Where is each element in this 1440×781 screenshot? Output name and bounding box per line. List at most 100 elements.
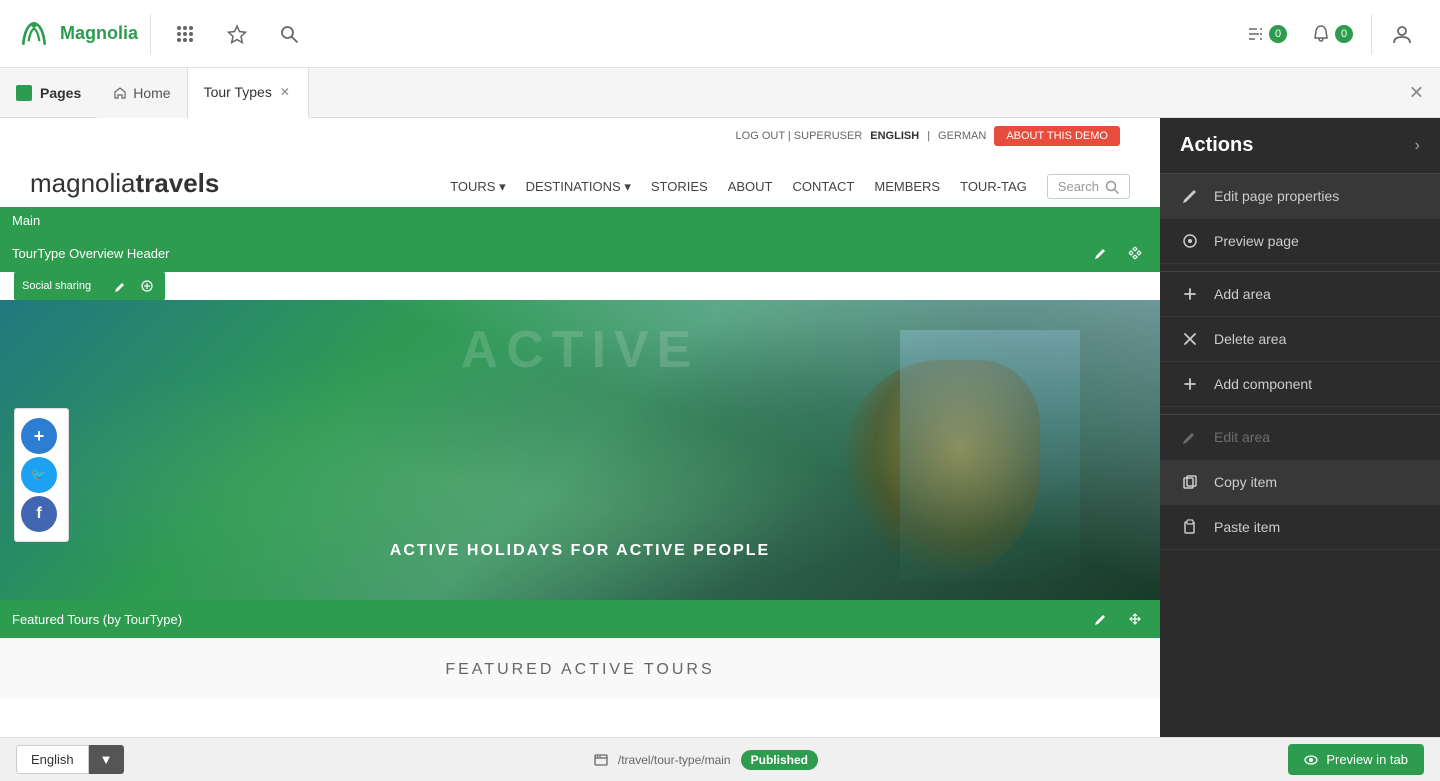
- actions-chevron[interactable]: ›: [1415, 137, 1420, 155]
- hero-bg-text: ACTIVE: [461, 320, 700, 380]
- featured-tours-actions: [1088, 606, 1148, 632]
- tab-close-button[interactable]: ✕: [278, 83, 292, 101]
- user-icon[interactable]: [1380, 12, 1424, 56]
- action-delete-area[interactable]: Delete area: [1160, 317, 1440, 362]
- tab-home[interactable]: Home: [97, 68, 187, 118]
- copy-item-icon: [1180, 472, 1200, 492]
- divider-1: [150, 14, 151, 54]
- featured-title: FEATURED ACTIVE TOURS: [445, 661, 714, 678]
- edit-area-label: Edit area: [1214, 429, 1270, 445]
- pages-icon: [16, 85, 32, 101]
- main-content: LOG OUT | SUPERUSER ENGLISH | GERMAN ABO…: [0, 118, 1440, 781]
- hero-subtitle: ACTIVE HOLIDAYS FOR ACTIVE PEOPLE: [390, 542, 770, 560]
- move-featured-button[interactable]: [1122, 606, 1148, 632]
- edit-area-icon: [1180, 427, 1200, 447]
- move-tourtype-button[interactable]: [1122, 240, 1148, 266]
- action-add-area[interactable]: Add area: [1160, 272, 1440, 317]
- preview-in-tab-button[interactable]: Preview in tab: [1288, 744, 1424, 775]
- search-icon[interactable]: [267, 12, 311, 56]
- site-logo: magnoliatravels: [30, 168, 219, 199]
- nav-destinations[interactable]: DESTINATIONS ▾: [526, 179, 631, 195]
- site-top-info: LOG OUT | SUPERUSER ENGLISH | GERMAN ABO…: [736, 126, 1120, 146]
- actions-spacer-2: [1160, 407, 1440, 415]
- lang-label: English: [16, 745, 89, 774]
- edit-social-button[interactable]: [111, 276, 131, 296]
- action-preview-page[interactable]: Preview page: [1160, 219, 1440, 264]
- add-component-label: Add component: [1214, 376, 1312, 392]
- tab-bar-close-button[interactable]: ✕: [1409, 82, 1424, 103]
- copy-item-label: Copy item: [1214, 474, 1277, 490]
- notifications-button[interactable]: 0: [1301, 18, 1363, 50]
- action-paste-item[interactable]: Paste item: [1160, 505, 1440, 550]
- preview-page-icon: [1180, 231, 1200, 251]
- bottom-bar: English ▼ /travel/tour-type/main Publish…: [0, 737, 1440, 781]
- page-path: /travel/tour-type/main: [618, 753, 731, 767]
- paste-item-icon: [1180, 517, 1200, 537]
- action-copy-item[interactable]: Copy item: [1160, 460, 1440, 505]
- edit-page-properties-icon: [1180, 186, 1200, 206]
- social-sharing-bar: Social sharing: [14, 272, 165, 300]
- main-label: Main: [12, 213, 40, 228]
- home-icon: [113, 86, 127, 100]
- actions-header: Actions ›: [1160, 118, 1440, 174]
- add-area-label: Add area: [1214, 286, 1271, 302]
- apps-icon[interactable]: [163, 12, 207, 56]
- site-nav: TOURS ▾ DESTINATIONS ▾ STORIES ABOUT CON…: [450, 174, 1130, 199]
- paste-item-label: Paste item: [1214, 519, 1280, 535]
- action-add-component[interactable]: Add component: [1160, 362, 1440, 407]
- action-edit-area: Edit area: [1160, 415, 1440, 460]
- top-bar-right: 0 0: [1235, 12, 1424, 56]
- main-component-bar: Main: [0, 207, 1160, 234]
- lang-active: ENGLISH: [870, 130, 919, 142]
- site-search-box[interactable]: Search: [1047, 174, 1130, 199]
- move-social-button[interactable]: [137, 276, 157, 296]
- nav-tour-tag[interactable]: TOUR-TAG: [960, 179, 1027, 194]
- nav-stories[interactable]: STORIES: [651, 179, 708, 194]
- hero-section: ACTIVE ACTIVE HOLIDAYS FOR ACTIVE PEOPLE: [0, 300, 1160, 600]
- social-widget: + 🐦 f: [14, 408, 69, 542]
- featured-tours-label: Featured Tours (by TourType): [12, 612, 182, 627]
- path-icon: [594, 753, 608, 767]
- lang-sep: |: [927, 130, 930, 142]
- path-info: /travel/tour-type/main Published: [594, 750, 818, 770]
- share-button[interactable]: +: [21, 418, 57, 454]
- divider-2: [1371, 14, 1372, 54]
- water-effect: [900, 330, 1080, 580]
- actions-spacer-1: [1160, 264, 1440, 272]
- lang-selector: English ▼: [16, 745, 124, 774]
- preview-page-label: Preview page: [1214, 233, 1299, 249]
- action-edit-page-properties[interactable]: Edit page properties: [1160, 174, 1440, 219]
- tourtype-header-label: TourType Overview Header: [12, 246, 170, 261]
- tasks-button[interactable]: 0: [1235, 18, 1297, 50]
- facebook-button[interactable]: f: [21, 496, 57, 532]
- edit-featured-button[interactable]: [1088, 606, 1114, 632]
- delete-area-label: Delete area: [1214, 331, 1286, 347]
- tab-tour-types[interactable]: Tour Types ✕: [188, 68, 309, 118]
- nav-about[interactable]: ABOUT: [728, 179, 773, 194]
- twitter-button[interactable]: 🐦: [21, 457, 57, 493]
- edit-tourtype-button[interactable]: [1088, 240, 1114, 266]
- status-badge: Published: [741, 750, 818, 770]
- nav-contact[interactable]: CONTACT: [793, 179, 855, 194]
- notifications-badge: 0: [1335, 25, 1353, 43]
- nav-tours[interactable]: TOURS ▾: [450, 179, 505, 195]
- pages-label: Pages: [16, 85, 97, 101]
- tourtype-header-actions: [1088, 240, 1148, 266]
- preview-tab-label: Preview in tab: [1326, 752, 1408, 767]
- favorites-icon[interactable]: [215, 12, 259, 56]
- logo-text: Magnolia: [60, 23, 138, 44]
- actions-panel: Actions › Edit page properties Preview p…: [1160, 118, 1440, 781]
- logout-info: LOG OUT | SUPERUSER: [736, 130, 863, 142]
- preview-eye-icon: [1304, 753, 1318, 767]
- social-sharing-actions: [111, 276, 157, 296]
- featured-tours-bar: Featured Tours (by TourType): [0, 600, 1160, 638]
- tab-bar: Pages Home Tour Types ✕ ✕: [0, 68, 1440, 118]
- top-bar: Magnolia: [0, 0, 1440, 68]
- page-area: LOG OUT | SUPERUSER ENGLISH | GERMAN ABO…: [0, 118, 1160, 781]
- nav-members[interactable]: MEMBERS: [874, 179, 940, 194]
- lang-dropdown-button[interactable]: ▼: [89, 745, 124, 774]
- add-area-icon: [1180, 284, 1200, 304]
- tasks-badge: 0: [1269, 25, 1287, 43]
- about-demo-button[interactable]: ABOUT THIS DEMO: [994, 126, 1120, 146]
- logo: Magnolia: [16, 16, 138, 52]
